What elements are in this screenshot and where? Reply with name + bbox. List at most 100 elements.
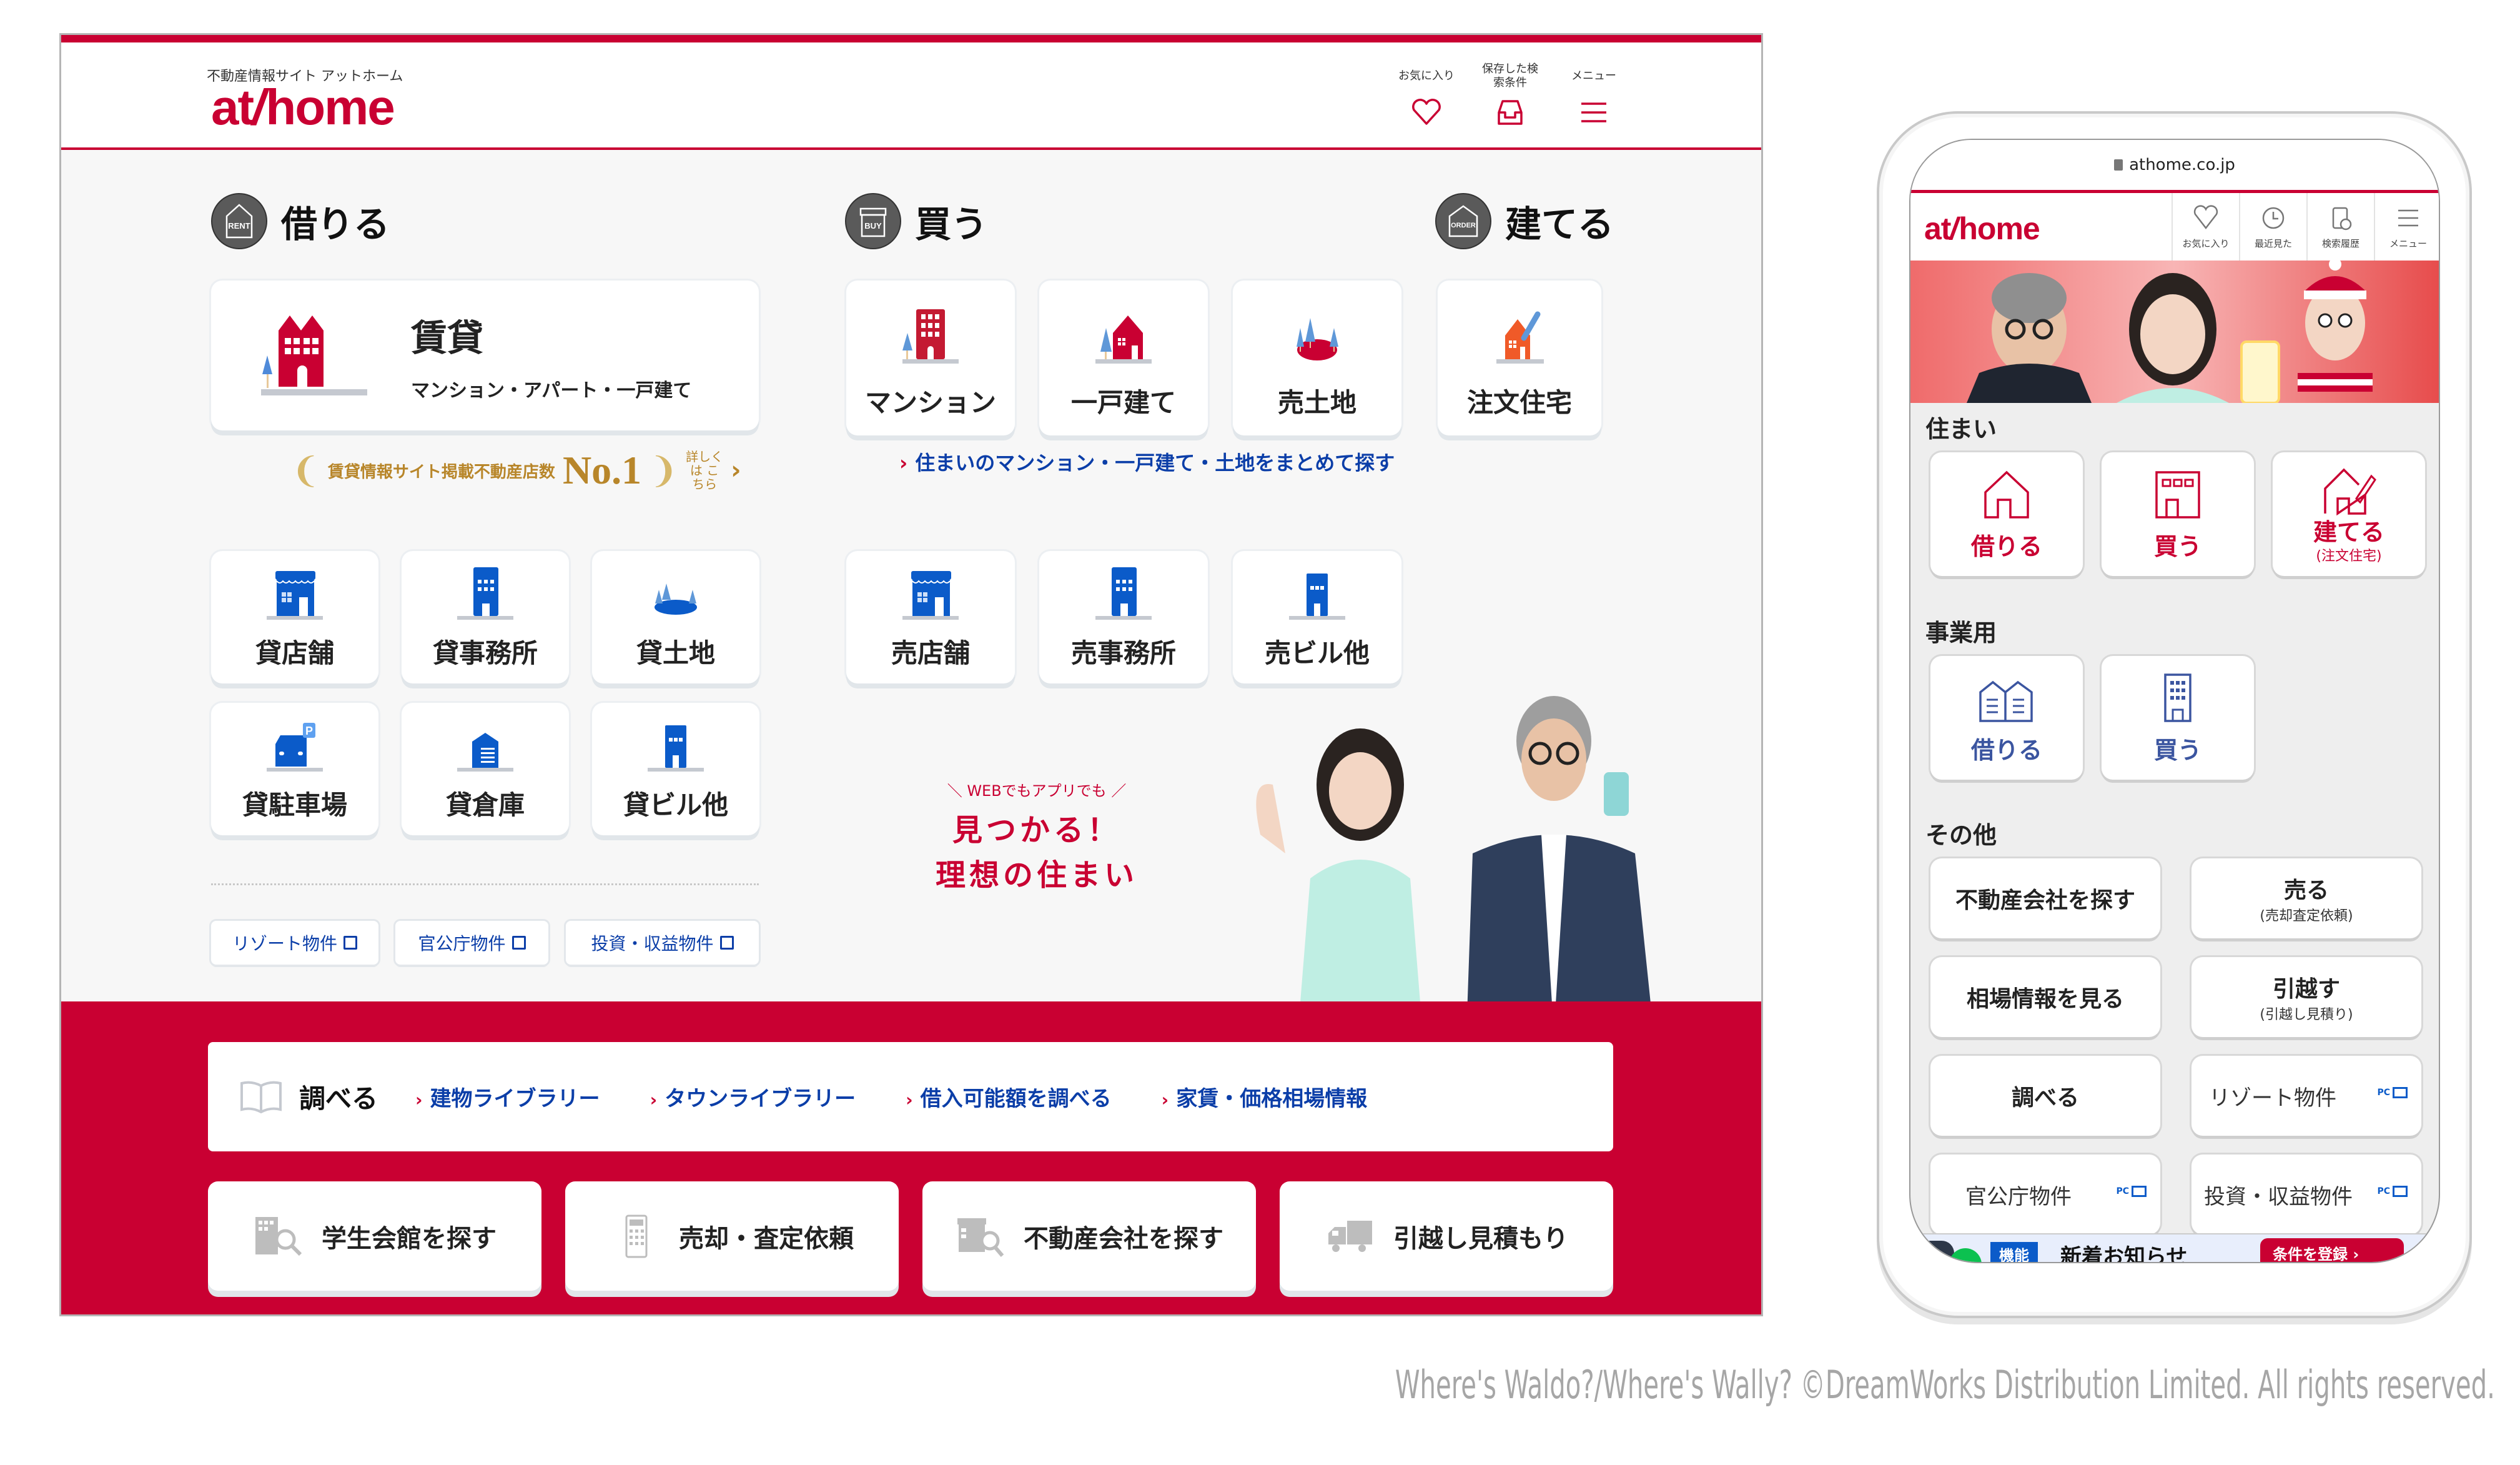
student-housing-card[interactable]: 学生会館を探す — [208, 1181, 541, 1291]
promo-small-text: ＼ WEBでもアプリでも ／ — [947, 782, 1127, 800]
news-label: 新着お知らせ — [2060, 1244, 2188, 1263]
rent-office-card[interactable]: 貸事務所 — [402, 551, 569, 683]
phone-government-card[interactable]: 官公庁物件 PC — [1930, 1155, 2160, 1234]
rent-land-card[interactable]: 貸土地 — [592, 551, 759, 683]
buy-land-card[interactable]: 売土地 — [1233, 281, 1401, 435]
building-library-link[interactable]: › 建物ライブラリー — [415, 1081, 600, 1112]
loan-calc-link[interactable]: › 借入可能額を調べる — [906, 1081, 1112, 1112]
nav-saved-label: 保存した検索条件 — [1482, 62, 1538, 89]
building-outline-icon — [2155, 470, 2200, 519]
building-search-icon — [255, 1216, 302, 1256]
phone-business-buy-card[interactable]: 買う — [2102, 656, 2254, 780]
dark-tab — [1910, 1241, 1954, 1262]
phone-nav-recent-label: 最近見た — [2254, 237, 2292, 249]
build-heading: ORDER 建てる — [1435, 193, 1614, 249]
sell-assessment-label: 売却・査定依頼 — [679, 1224, 854, 1253]
phone-resort-card[interactable]: リゾート物件 PC — [2191, 1056, 2421, 1136]
phone-market-info-card[interactable]: 相場情報を見る — [1930, 957, 2160, 1037]
phone-athome-logo[interactable]: at/home — [1924, 211, 2040, 247]
nav-menu-label: メニュー — [1571, 69, 1616, 82]
phone-government-label: 官公庁物件 — [1965, 1184, 2072, 1209]
no1-text: 賃貸情報サイト掲載不動産店数 — [327, 462, 555, 482]
book-icon — [240, 1081, 282, 1113]
buy-link-label: 住まいのマンション・一戸建て・土地をまとめて探す — [915, 451, 1395, 475]
nav-favorites[interactable]: お気に入り — [1395, 61, 1458, 126]
phone-build-card[interactable]: 建てる (注文住宅) — [2273, 452, 2425, 576]
government-link-label: 官公庁物件 — [418, 933, 506, 954]
town-library-link[interactable]: › タウンライブラリー — [650, 1081, 856, 1112]
government-link[interactable]: 官公庁物件 — [395, 921, 548, 965]
buy-house-card[interactable]: 一戸建て — [1039, 281, 1208, 435]
browser-url-bar[interactable]: athome.co.jp — [1910, 140, 2439, 190]
house-icon — [1095, 315, 1152, 364]
phone-nav-menu[interactable]: メニュー — [2374, 193, 2439, 261]
apartment-icon — [261, 315, 367, 395]
phone-nav-recent[interactable]: 最近見た — [2239, 193, 2306, 261]
phone-notification-bar[interactable]: 機能 新着お知らせ 条件を登録 › — [1910, 1233, 2439, 1263]
nav-menu[interactable]: メニュー — [1563, 61, 1625, 126]
buy-building-card[interactable]: 売ビル他 — [1233, 551, 1401, 683]
phone-hero-banner[interactable] — [1910, 261, 2439, 403]
rent-parking-card[interactable]: P 貸駐車場 — [211, 703, 378, 835]
buy-office-card[interactable]: 売事務所 — [1039, 551, 1208, 683]
buy-shop-label: 売店舗 — [891, 637, 970, 668]
rent-shop-card[interactable]: 貸店舗 — [211, 551, 378, 683]
buy-land-label: 売土地 — [1277, 387, 1356, 418]
athome-logo[interactable]: at/home — [211, 79, 395, 135]
no1-award-link[interactable]: ❨ 賃貸情報サイト掲載不動産店数 No.1 ❩ 詳しくは こちら › — [291, 447, 741, 494]
register-condition-button[interactable]: 条件を登録 › — [2260, 1238, 2404, 1262]
header-nav: お気に入り 保存した検索条件 メニュー — [1395, 61, 1625, 126]
phone-business-rent-card[interactable]: 借りる — [1930, 656, 2083, 780]
copyright-notice: Where's Waldo?/Where's Wally? ©DreamWork… — [1395, 1362, 2495, 1408]
rent-card-subtitle: マンション・アパート・一戸建て — [411, 380, 692, 402]
buy-residential-bulk-link[interactable]: › 住まいのマンション・一戸建て・土地をまとめて探す — [899, 447, 1395, 476]
phone-buy-card[interactable]: 買う — [2102, 452, 2254, 576]
phone-research-card[interactable]: 調べる — [1930, 1056, 2160, 1136]
student-housing-label: 学生会館を探す — [322, 1224, 497, 1253]
rent-building-label: 貸ビル他 — [623, 789, 728, 820]
phone-nav-favorites[interactable]: お気に入り — [2172, 193, 2239, 261]
warehouse-icon — [457, 732, 513, 772]
build-custom-house-label: 注文住宅 — [1466, 387, 1572, 418]
calculator-icon — [625, 1214, 648, 1258]
rent-shop-label: 貸店舗 — [255, 637, 334, 668]
phone-resort-label: リゾート物件 — [2209, 1085, 2336, 1111]
build-custom-house-card[interactable]: 注文住宅 — [1438, 281, 1601, 435]
buy-badge-icon: BUY — [845, 193, 901, 249]
research-title: 調べる — [299, 1083, 378, 1114]
building-icon — [1289, 573, 1345, 620]
rent-building-card[interactable]: 貸ビル他 — [592, 703, 759, 835]
nav-saved-searches[interactable]: 保存した検索条件 — [1479, 61, 1541, 126]
rent-warehouse-card[interactable]: 貸倉庫 — [402, 703, 569, 835]
phone-moving-label: 引越す — [2272, 976, 2340, 1002]
resort-link[interactable]: リゾート物件 — [211, 921, 378, 965]
phone-find-agency-card[interactable]: 不動産会社を探す — [1930, 858, 2160, 938]
green-circle-icon — [1949, 1248, 1982, 1262]
pc-external-icon: PC — [2377, 1186, 2408, 1197]
moving-estimate-card[interactable]: 引越し見積もり — [1280, 1181, 1613, 1291]
phone-nav-search-history[interactable]: 検索履歴 — [2306, 193, 2374, 261]
buy-condo-label: マンション — [864, 387, 996, 418]
sell-assessment-card[interactable]: 売却・査定依頼 — [565, 1181, 899, 1291]
buy-shop-card[interactable]: 売店舗 — [846, 551, 1015, 683]
phone-sell-label: 売る — [2283, 878, 2329, 903]
rent-land-label: 貸土地 — [636, 637, 715, 668]
find-agency-label: 不動産会社を探す — [1024, 1224, 1223, 1253]
external-link-icon — [511, 936, 526, 950]
hamburger-icon — [2398, 209, 2418, 226]
investment-link[interactable]: 投資・収益物件 — [566, 921, 759, 965]
promo-headline-1: 見つかる！ — [952, 813, 1122, 848]
rent-residential-card[interactable]: 賃貸 マンション・アパート・一戸建て — [211, 281, 759, 430]
price-info-link[interactable]: › 家賃・価格相場情報 — [1162, 1081, 1368, 1112]
chevron-right-icon: › — [650, 1090, 658, 1110]
rent-office-label: 貸事務所 — [432, 637, 538, 668]
phone-investment-label: 投資・収益物件 — [2204, 1184, 2353, 1209]
buy-condo-card[interactable]: マンション — [846, 281, 1015, 435]
phone-moving-card[interactable]: 引越す (引越し見積り) — [2191, 957, 2421, 1037]
phone-business-rent-label: 借りる — [1970, 736, 2042, 764]
find-agency-card[interactable]: 不動産会社を探す — [922, 1181, 1256, 1291]
phone-nav-search-history-label: 検索履歴 — [2321, 237, 2359, 249]
phone-rent-card[interactable]: 借りる — [1930, 452, 2083, 576]
phone-investment-card[interactable]: 投資・収益物件 PC — [2191, 1155, 2421, 1234]
phone-sell-card[interactable]: 売る (売却査定依頼) — [2191, 858, 2421, 938]
